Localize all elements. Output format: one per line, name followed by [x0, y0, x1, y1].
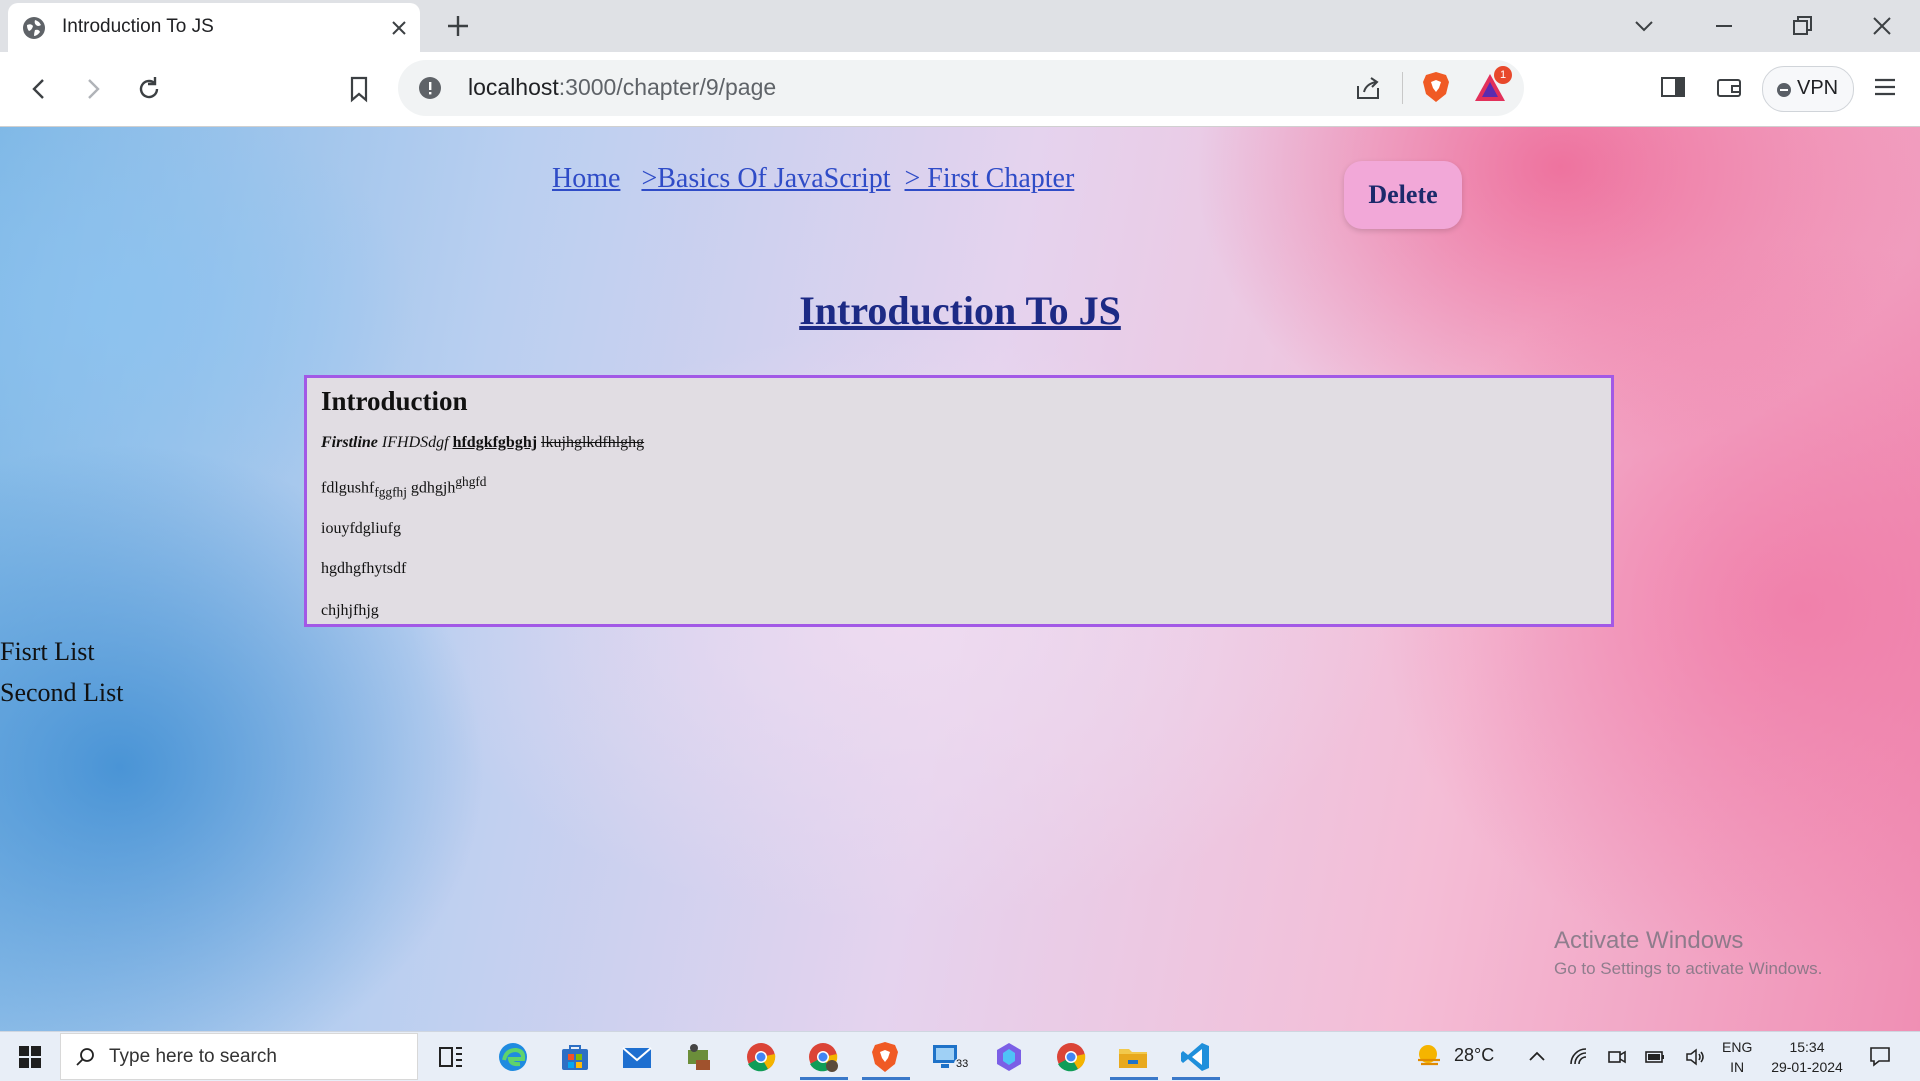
windows-start-icon[interactable]	[18, 1045, 42, 1069]
menu-icon[interactable]	[1870, 72, 1900, 102]
network-icon[interactable]	[1568, 1046, 1590, 1068]
volume-icon[interactable]	[1684, 1046, 1706, 1068]
new-tab-icon[interactable]	[444, 12, 472, 40]
breadcrumb: Home >Basics Of JavaScript > First Chapt…	[552, 163, 1074, 195]
region-code: IN	[1730, 1059, 1745, 1075]
plain-text: fdlgushf	[321, 479, 375, 497]
temperature[interactable]: 28°C	[1454, 1045, 1494, 1066]
vpn-label: VPN	[1797, 77, 1839, 99]
breadcrumb-home[interactable]: Home	[552, 163, 620, 194]
breadcrumb-chapter[interactable]: > First Chapter	[905, 163, 1075, 194]
share-icon[interactable]	[1354, 74, 1382, 102]
content-line-2: fdlgushffggfhj gdhgjhghgfd	[321, 474, 486, 501]
browser-toolbar: localhost:3000/chapter/9/page 1 VPN	[0, 52, 1920, 127]
close-icon[interactable]	[388, 17, 410, 39]
subscript-text: fggfhj	[374, 484, 407, 500]
content-line-3: iouyfdgliufg	[321, 520, 401, 537]
store-icon[interactable]	[558, 1040, 592, 1074]
meet-icon[interactable]	[1606, 1046, 1628, 1068]
italic-text: IFHDSdgf	[381, 434, 449, 451]
forward-icon[interactable]	[76, 72, 110, 106]
page-viewport: Home >Basics Of JavaScript > First Chapt…	[0, 127, 1920, 1032]
weather-icon[interactable]	[1414, 1042, 1446, 1070]
breadcrumb-course[interactable]: >Basics Of JavaScript	[641, 163, 890, 194]
browser-tab[interactable]: Introduction To JS	[8, 3, 420, 52]
clock[interactable]: 15:34 29-01-2024	[1766, 1037, 1848, 1077]
chrome-profile-icon[interactable]	[806, 1040, 840, 1074]
delete-button[interactable]: Delete	[1344, 161, 1462, 229]
battery-icon[interactable]	[1644, 1046, 1666, 1068]
activate-windows-title: Activate Windows	[1554, 927, 1744, 954]
language-code: ENG	[1722, 1039, 1753, 1055]
brave-shields-icon[interactable]	[1420, 70, 1452, 104]
copilot-icon[interactable]	[992, 1040, 1026, 1074]
address-bar[interactable]: localhost:3000/chapter/9/page 1	[398, 60, 1524, 116]
time: 15:34	[1789, 1039, 1825, 1055]
content-heading: Introduction	[321, 386, 468, 416]
list-item: Second List	[0, 678, 124, 707]
minimize-icon[interactable]	[1710, 12, 1738, 40]
file-explorer-icon[interactable]	[1116, 1040, 1150, 1074]
bold-italic-text: Firstline	[321, 434, 378, 451]
content-box: Introduction Firstline IFHDSdgf hfdgkfgb…	[304, 375, 1614, 627]
content-line-5: chjhjfhjg	[321, 602, 379, 619]
notification-badge: 33	[954, 1058, 971, 1070]
edge-icon[interactable]	[496, 1040, 530, 1074]
list: Fisrt List Second List	[0, 631, 124, 713]
tab-strip: Introduction To JS	[0, 0, 1920, 52]
app-icon[interactable]	[682, 1040, 716, 1074]
chrome-alt-icon[interactable]	[1054, 1040, 1088, 1074]
task-view-icon[interactable]	[434, 1040, 468, 1074]
wallet-icon[interactable]	[1714, 72, 1744, 102]
content-line-4: hgdhgfhytsdf	[321, 560, 407, 577]
url-text[interactable]: localhost:3000/chapter/9/page	[468, 74, 776, 101]
chevron-up-icon[interactable]	[1526, 1046, 1548, 1068]
content-line-1: Firstline IFHDSdgf hfdgkfgbghj lkujhglkd…	[321, 434, 644, 452]
activate-windows-subtitle: Go to Settings to activate Windows.	[1554, 959, 1823, 978]
vpn-button[interactable]: VPN	[1762, 66, 1854, 112]
notification-icon[interactable]	[1868, 1044, 1892, 1068]
date: 29-01-2024	[1771, 1059, 1843, 1075]
plain-text: gdhgjh	[410, 479, 456, 497]
page-title: Introduction To JS	[799, 288, 1121, 333]
info-icon[interactable]	[418, 76, 442, 100]
brave-icon[interactable]	[868, 1040, 902, 1074]
taskbar-search[interactable]: Type here to search	[60, 1033, 418, 1080]
bold-underline-text: hfdgkfgbghj	[452, 434, 538, 451]
mail-icon[interactable]	[620, 1040, 654, 1074]
vscode-icon[interactable]	[1178, 1040, 1212, 1074]
superscript-text: ghgfd	[455, 474, 487, 489]
chrome-icon[interactable]	[744, 1040, 778, 1074]
tab-title: Introduction To JS	[62, 16, 214, 37]
vpn-status-icon	[1777, 83, 1791, 97]
back-icon[interactable]	[22, 72, 56, 106]
bookmark-icon[interactable]	[342, 72, 376, 106]
sidebar-icon[interactable]	[1658, 72, 1688, 102]
restore-icon[interactable]	[1788, 12, 1816, 40]
taskbar: Type here to search 33 28°C ENG IN 15:34…	[0, 1031, 1920, 1081]
search-icon	[76, 1048, 94, 1066]
rewards-badge: 1	[1494, 66, 1512, 84]
separator	[1402, 72, 1403, 104]
strikethrough-text: lkujhglkdfhlghg	[541, 434, 645, 451]
search-placeholder: Type here to search	[109, 1046, 277, 1067]
close-window-icon[interactable]	[1868, 12, 1896, 40]
globe-icon	[23, 17, 45, 39]
reload-icon[interactable]	[132, 72, 166, 106]
language-indicator[interactable]: ENG IN	[1722, 1037, 1752, 1077]
chevron-down-icon[interactable]	[1630, 12, 1658, 40]
list-item: Fisrt List	[0, 637, 95, 666]
